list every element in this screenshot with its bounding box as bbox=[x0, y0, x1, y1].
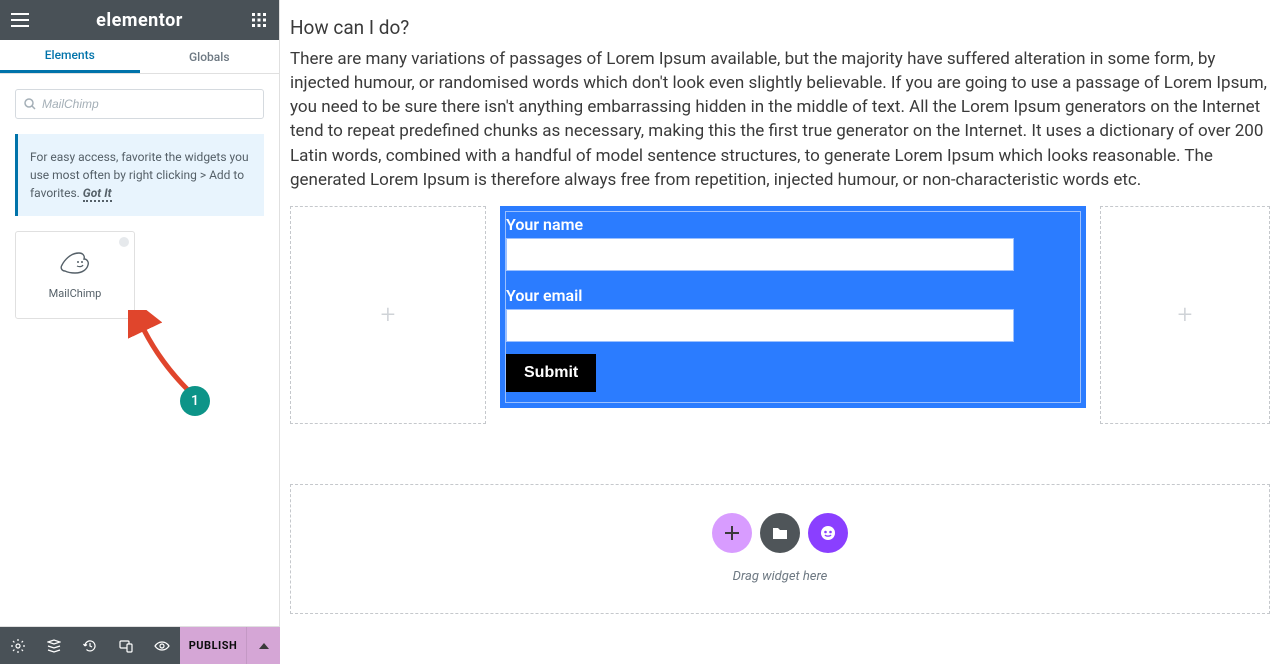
new-section-dropzone[interactable]: Drag widget here bbox=[290, 484, 1270, 614]
publish-options-button[interactable] bbox=[246, 627, 280, 664]
tab-globals[interactable]: Globals bbox=[140, 40, 280, 73]
elementor-sidebar: elementor Elements Globals For easy acce… bbox=[0, 0, 280, 664]
empty-column-right[interactable]: + bbox=[1100, 206, 1270, 424]
tip-text: For easy access, favorite the widgets yo… bbox=[30, 150, 249, 200]
email-input[interactable] bbox=[506, 309, 1014, 342]
heading-widget[interactable]: How can I do? bbox=[290, 16, 1270, 39]
apps-grid-icon[interactable] bbox=[247, 8, 271, 32]
sidebar-footer: PUBLISH bbox=[0, 626, 280, 664]
sidebar-header: elementor bbox=[0, 0, 279, 40]
dropzone-buttons bbox=[712, 513, 848, 553]
publish-button[interactable]: PUBLISH bbox=[180, 627, 246, 664]
editor-canvas: How can I do? There are many variations … bbox=[280, 0, 1280, 664]
text-widget[interactable]: There are many variations of passages of… bbox=[290, 47, 1270, 192]
settings-icon[interactable] bbox=[0, 627, 36, 665]
responsive-icon[interactable] bbox=[108, 627, 144, 665]
template-library-button[interactable] bbox=[760, 513, 800, 553]
section-row: + Your name Your email Submit + bbox=[290, 206, 1270, 424]
form-inner: Your name Your email Submit bbox=[505, 211, 1081, 403]
email-label: Your email bbox=[506, 283, 1074, 309]
tab-elements[interactable]: Elements bbox=[0, 40, 140, 73]
add-widget-icon[interactable]: + bbox=[1178, 300, 1193, 330]
widget-grid: MailChimp bbox=[0, 231, 279, 319]
search-input[interactable] bbox=[42, 97, 255, 111]
logo: elementor bbox=[96, 10, 183, 31]
navigator-icon[interactable] bbox=[36, 627, 72, 665]
submit-button[interactable]: Submit bbox=[506, 354, 596, 392]
history-icon[interactable] bbox=[72, 627, 108, 665]
footer-tools bbox=[0, 627, 180, 664]
favorites-tip: For easy access, favorite the widgets yo… bbox=[15, 134, 264, 216]
mailchimp-icon bbox=[59, 251, 91, 279]
add-widget-icon[interactable]: + bbox=[381, 300, 396, 330]
sidebar-tabs: Elements Globals bbox=[0, 40, 279, 74]
name-label: Your name bbox=[506, 212, 1074, 238]
favorite-icon[interactable] bbox=[118, 236, 130, 248]
search-wrap bbox=[0, 74, 279, 134]
ai-button[interactable] bbox=[808, 513, 848, 553]
widget-mailchimp[interactable]: MailChimp bbox=[15, 231, 135, 319]
annotation-badge-1: 1 bbox=[180, 386, 210, 416]
empty-column-left[interactable]: + bbox=[290, 206, 486, 424]
form-column: Your name Your email Submit bbox=[500, 206, 1086, 424]
menu-icon[interactable] bbox=[8, 8, 32, 32]
name-input[interactable] bbox=[506, 238, 1014, 271]
search-box bbox=[15, 89, 264, 119]
mailchimp-form-widget[interactable]: Your name Your email Submit bbox=[500, 206, 1086, 408]
add-section-button[interactable] bbox=[712, 513, 752, 553]
widget-label: MailChimp bbox=[49, 287, 102, 300]
tip-gotit-link[interactable]: Got It bbox=[83, 186, 112, 202]
preview-icon[interactable] bbox=[144, 627, 180, 665]
dropzone-text: Drag widget here bbox=[733, 569, 828, 584]
search-icon bbox=[24, 98, 36, 110]
